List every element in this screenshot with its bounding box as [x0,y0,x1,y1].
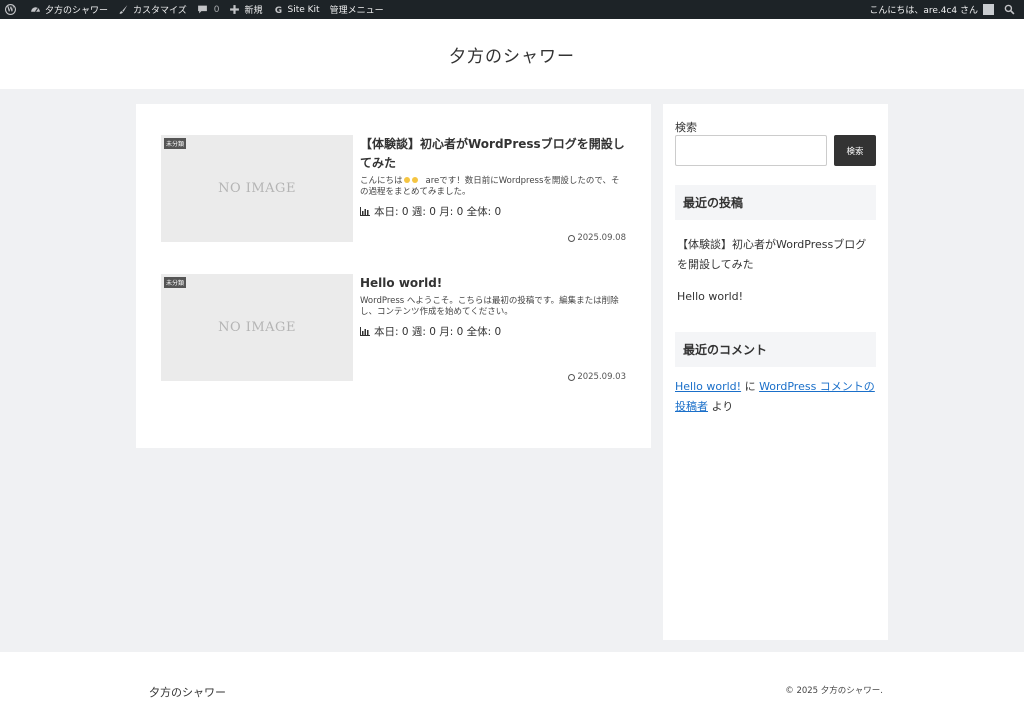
post-thumbnail[interactable]: NO IMAGE 未分類 [161,274,353,381]
comments-button[interactable]: 0 [192,0,225,19]
post-body: Hello world! WordPress へようこそ。こちらは最初の投稿です… [360,274,626,339]
copyright: © 2025 夕方のシャワー. [785,686,883,696]
clock-icon [568,234,576,242]
admin-bar: W 夕方のシャワー カスタマイズ 0 新規 G Site Kit 管理メニュー … [0,0,1024,19]
no-image-placeholder: NO IMAGE [218,320,296,335]
post-date: 2025.09.08 [568,233,626,243]
comment-post-link[interactable]: Hello world! [675,380,741,393]
bar-chart-icon [360,327,370,336]
recent-post-link[interactable]: 【体験談】初心者がWordPressブログを開設してみた [677,235,876,275]
brush-icon [119,5,128,14]
site-name-menu[interactable]: 夕方のシャワー [25,0,113,19]
post-card[interactable]: NO IMAGE 未分類 Hello world! WordPress へようこ… [161,274,626,382]
customize-button[interactable]: カスタマイズ [113,0,192,19]
recent-post-link[interactable]: Hello world! [677,287,876,307]
no-image-placeholder: NO IMAGE [218,181,296,196]
site-title[interactable]: 夕方のシャワー [449,42,575,67]
wordpress-icon: W [5,4,16,15]
dashboard-icon [31,7,40,13]
category-badge: 未分類 [164,138,187,149]
admin-search-button[interactable] [999,0,1024,19]
post-title[interactable]: 【体験談】初心者がWordPressブログを開設してみた [360,135,626,173]
plus-icon [230,5,240,14]
admin-menu-button[interactable]: 管理メニュー [325,0,389,19]
post-title[interactable]: Hello world! [360,274,626,293]
stats-text: 本日: 0 週: 0 月: 0 全体: 0 [374,326,502,338]
footer-site-title[interactable]: 夕方のシャワー [149,684,226,700]
category-badge: 未分類 [164,277,187,288]
new-content-button[interactable]: 新規 [224,0,267,19]
my-account-menu[interactable]: こんにちは、are.4c4 さん [864,0,999,19]
site-name-label: 夕方のシャワー [45,6,109,16]
greeting-text: こんにちは、are.4c4 さん [869,6,978,16]
recent-comments-title: 最近のコメント [675,332,876,367]
post-excerpt: WordPress へようこそ。こちらは最初の投稿です。編集または削除し、コンテ… [360,296,619,317]
post-excerpt: こんにちは areです！数日前にWordpressを開設したので、その過程をまとめ… [360,176,626,198]
comment-bubble-icon [197,5,207,14]
sidebar: 検索 検索 最近の投稿 【体験談】初心者がWordPressブログを開設してみた… [663,104,888,640]
post-date-text: 2025.09.03 [577,372,626,382]
site-header: 夕方のシャワー [0,19,1024,89]
post-date: 2025.09.03 [568,372,626,382]
post-stats: 本日: 0 週: 0 月: 0 全体: 0 [360,324,626,339]
stats-text: 本日: 0 週: 0 月: 0 全体: 0 [374,206,502,218]
comment-suffix-text: より [711,400,734,413]
wordpress-logo-button[interactable]: W [0,0,25,19]
search-button[interactable]: 検索 [834,135,876,166]
site-kit-button[interactable]: G Site Kit [268,0,325,19]
excerpt-start: こんにちは [360,176,403,186]
post-list: NO IMAGE 未分類 【体験談】初心者がWordPressブログを開設してみ… [136,104,651,448]
recent-comment-item: Hello world! に WordPress コメントの投稿者 より [675,377,876,417]
post-date-text: 2025.09.08 [577,233,626,243]
site-footer: 夕方のシャワー © 2025 夕方のシャワー. [0,652,1024,706]
customize-label: カスタマイズ [133,6,187,16]
post-thumbnail[interactable]: NO IMAGE 未分類 [161,135,353,242]
svg-text:W: W [6,7,14,14]
site-kit-label: Site Kit [287,4,320,15]
search-icon [1004,4,1015,15]
bar-chart-icon [360,207,370,216]
comment-on-text: に [744,380,756,393]
recent-posts-title: 最近の投稿 [675,185,876,220]
new-label: 新規 [244,6,263,16]
emoji-icon [403,177,410,183]
search-input[interactable] [675,135,827,166]
post-body: 【体験談】初心者がWordPressブログを開設してみた こんにちは areです！… [360,135,626,219]
search-label: 検索 [675,121,697,134]
clock-icon [568,373,576,381]
emoji-icon [411,177,418,183]
avatar [983,4,994,15]
comments-count: 0 [213,4,220,15]
google-g-icon: G [274,6,281,15]
svg-text:G: G [274,6,281,15]
post-card[interactable]: NO IMAGE 未分類 【体験談】初心者がWordPressブログを開設してみ… [161,135,626,243]
post-stats: 本日: 0 週: 0 月: 0 全体: 0 [360,204,626,219]
admin-menu-label: 管理メニュー [329,6,384,16]
